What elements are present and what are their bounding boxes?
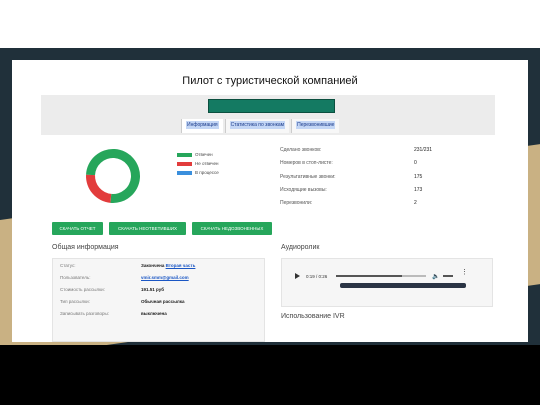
general-info-panel: Статус: Закончена Вторая часть Пользоват… <box>52 258 265 342</box>
volume-slider[interactable] <box>443 275 454 277</box>
tab-info[interactable]: Информация <box>181 119 223 133</box>
stat-value: 173 <box>414 186 423 193</box>
info-row-status: Статус: Закончена Вторая часть <box>53 259 264 271</box>
slide: Пилот с туристической компанией Информац… <box>12 60 528 342</box>
calls-donut-chart <box>86 149 140 203</box>
legend-swatch-in-progress <box>177 170 192 175</box>
info-label: Записывать разговоры: <box>60 311 109 317</box>
more-options-icon[interactable]: ⋮ <box>461 268 468 276</box>
info-label: Тип рассылки: <box>60 299 90 305</box>
info-value: 191.51 руб <box>141 286 164 292</box>
tab-info-label: Информация <box>186 121 219 129</box>
legend-item-not-answered: Не отвечен <box>177 159 219 168</box>
info-row-user: Пользователь: vmir.smm@gmail.com <box>53 271 264 283</box>
tab-bar: Информация Статистика по звонкам Перезво… <box>181 119 340 133</box>
info-value: выключена <box>141 311 167 317</box>
info-value: Закончена <box>141 262 165 268</box>
stat-value: 0 <box>414 160 417 167</box>
audio-progress-fill <box>336 275 402 277</box>
tab-call-stats-label: Статистика по звонкам <box>229 121 286 129</box>
info-value: Обычная рассылка <box>141 299 185 305</box>
stat-label: Номеров в стоп-листе: <box>280 160 333 167</box>
audio-time: 0:19 / 0:26 <box>306 273 328 279</box>
legend-label-not-answered: Не отвечен <box>195 161 219 166</box>
info-row-type: Тип рассылки: Обычная рассылка <box>53 296 264 308</box>
tab-callbacks[interactable]: Перезвонившие <box>291 119 340 133</box>
stat-row: Перезвонили: 2 <box>280 200 440 213</box>
audio-player: 0:19 / 0:26 🔈 <box>295 271 455 281</box>
download-unreached-button[interactable]: СКАЧАТЬ НЕДОЗВОНЕННЫХ <box>192 222 272 235</box>
legend-label-answered: Отвечен <box>195 152 213 157</box>
info-label: Статус: <box>60 262 76 268</box>
header-accent-bar <box>208 99 335 113</box>
tab-call-stats[interactable]: Статистика по звонкам <box>224 119 290 133</box>
stat-value: 2 <box>414 200 417 207</box>
stat-row: Исходящие вызовы: 173 <box>280 187 440 200</box>
donut-slice-not-answered <box>86 174 112 203</box>
audio-title: Аудиоролик <box>281 244 320 251</box>
play-icon[interactable] <box>295 273 300 279</box>
app-screenshot: Информация Статистика по звонкам Перезво… <box>41 95 495 342</box>
volume-icon[interactable]: 🔈 <box>432 273 439 280</box>
stat-row: Результативные звонки: 175 <box>280 174 440 187</box>
info-row-cost: Стоимость рассылки: 191.51 руб <box>53 283 264 295</box>
info-row-recording: Записывать разговоры: выключена <box>53 308 264 320</box>
stat-label: Исходящие вызовы: <box>280 186 327 193</box>
general-info-title: Общая информация <box>52 244 119 251</box>
download-buttons: СКАЧАТЬ ОТЧЕТ СКАЧАТЬ НЕОТВЕТИВШИХ СКАЧА… <box>52 222 272 235</box>
info-label: Пользователь: <box>60 274 91 280</box>
stat-value: 231/231 <box>414 147 433 153</box>
ivr-title: Использование IVR <box>281 313 345 320</box>
stat-row: Номеров в стоп-листе: 0 <box>280 160 440 173</box>
stat-row: Сделано звонков: 231/231 <box>280 147 440 160</box>
legend-item-in-progress: В процессе <box>177 168 219 177</box>
ivr-bar <box>340 283 466 288</box>
slide-title: Пилот с туристической компанией <box>182 75 358 87</box>
tab-callbacks-label: Перезвонившие <box>296 121 336 129</box>
audio-progress-track[interactable] <box>336 275 426 277</box>
legend-label-in-progress: В процессе <box>195 170 219 175</box>
stat-label: Результативные звонки: <box>280 173 336 180</box>
legend-item-answered: Отвечен <box>177 150 219 159</box>
legend-swatch-not-answered <box>177 161 192 166</box>
call-stats: Сделано звонков: 231/231 Номеров в стоп-л… <box>280 147 440 213</box>
user-email-link[interactable]: vmir.smm@gmail.com <box>141 275 189 280</box>
campaign-link[interactable]: Вторая часть <box>166 263 196 268</box>
stat-label: Сделано звонков: <box>280 147 322 153</box>
download-unanswered-button[interactable]: СКАЧАТЬ НЕОТВЕТИВШИХ <box>109 222 186 235</box>
stat-label: Перезвонили: <box>280 200 313 207</box>
download-report-button[interactable]: СКАЧАТЬ ОТЧЕТ <box>52 222 103 235</box>
info-label: Стоимость рассылки: <box>60 286 105 292</box>
legend-swatch-answered <box>177 152 192 157</box>
slide-background-bottom <box>0 345 540 405</box>
slide-background-top <box>0 0 540 48</box>
chart-legend: Отвечен Не отвечен В процессе <box>177 150 219 177</box>
app-header: Информация Статистика по звонкам Перезво… <box>41 95 495 135</box>
stat-value: 175 <box>414 173 423 180</box>
